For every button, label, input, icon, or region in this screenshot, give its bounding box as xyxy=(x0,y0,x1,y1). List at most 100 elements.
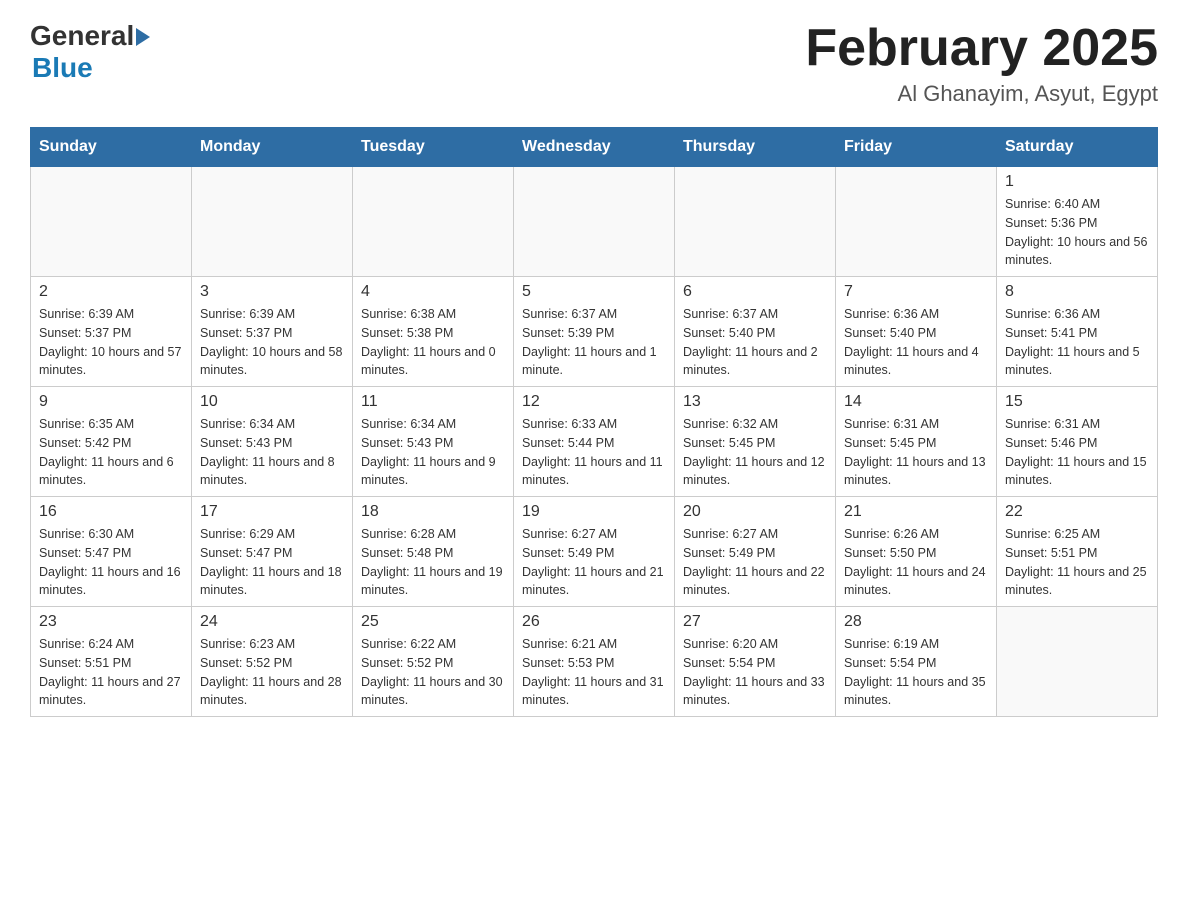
calendar-cell: 13Sunrise: 6:32 AMSunset: 5:45 PMDayligh… xyxy=(675,387,836,497)
day-info: Sunrise: 6:39 AMSunset: 5:37 PMDaylight:… xyxy=(39,305,183,380)
calendar-cell: 26 Sunrise: 6:21 AMSunset: 5:53 PMDayligh… xyxy=(514,607,675,717)
day-number: 11 xyxy=(361,393,505,411)
calendar-cell: 17 Sunrise: 6:29 AMSunset: 5:47 PMDayligh… xyxy=(192,497,353,607)
calendar-cell xyxy=(353,167,514,277)
day-number: 21 xyxy=(844,503,988,521)
calendar-cell xyxy=(836,167,997,277)
calendar-cell xyxy=(514,167,675,277)
week-row-1: 1 Sunrise: 6:40 AMSunset: 5:36 PMDaylight… xyxy=(31,167,1158,277)
day-info: Sunrise: 6:21 AMSunset: 5:53 PMDaylight:… xyxy=(522,635,666,710)
day-number: 25 xyxy=(361,613,505,631)
calendar-cell xyxy=(997,607,1158,717)
calendar-table: SundayMondayTuesdayWednesdayThursdayFrid… xyxy=(30,127,1158,717)
day-number: 19 xyxy=(522,503,666,521)
day-info: Sunrise: 6:31 AMSunset: 5:45 PMDaylight:… xyxy=(844,415,988,490)
calendar-cell: 7 Sunrise: 6:36 AMSunset: 5:40 PMDaylight… xyxy=(836,277,997,387)
calendar-cell: 18 Sunrise: 6:28 AMSunset: 5:48 PMDayligh… xyxy=(353,497,514,607)
day-number: 12 xyxy=(522,393,666,411)
calendar-title: February 2025 xyxy=(805,20,1158,77)
day-number: 1 xyxy=(1005,173,1149,191)
day-number: 6 xyxy=(683,283,827,301)
week-row-3: 9Sunrise: 6:35 AMSunset: 5:42 PMDaylight… xyxy=(31,387,1158,497)
weekday-header-friday: Friday xyxy=(836,128,997,167)
calendar-cell: 15Sunrise: 6:31 AMSunset: 5:46 PMDayligh… xyxy=(997,387,1158,497)
day-info: Sunrise: 6:37 AMSunset: 5:40 PMDaylight:… xyxy=(683,305,827,380)
calendar-cell xyxy=(192,167,353,277)
day-number: 20 xyxy=(683,503,827,521)
calendar-cell: 4Sunrise: 6:38 AMSunset: 5:38 PMDaylight… xyxy=(353,277,514,387)
page-header: General Blue February 2025 Al Ghanayim, … xyxy=(30,20,1158,107)
calendar-cell xyxy=(675,167,836,277)
day-info: Sunrise: 6:25 AMSunset: 5:51 PMDaylight:… xyxy=(1005,525,1149,600)
day-info: Sunrise: 6:39 AMSunset: 5:37 PMDaylight:… xyxy=(200,305,344,380)
day-info: Sunrise: 6:30 AMSunset: 5:47 PMDaylight:… xyxy=(39,525,183,600)
calendar-cell: 12 Sunrise: 6:33 AMSunset: 5:44 PMDayligh… xyxy=(514,387,675,497)
day-info: Sunrise: 6:29 AMSunset: 5:47 PMDaylight:… xyxy=(200,525,344,600)
day-number: 13 xyxy=(683,393,827,411)
day-number: 9 xyxy=(39,393,183,411)
day-number: 7 xyxy=(844,283,988,301)
calendar-subtitle: Al Ghanayim, Asyut, Egypt xyxy=(805,81,1158,107)
weekday-header-monday: Monday xyxy=(192,128,353,167)
calendar-cell: 8Sunrise: 6:36 AMSunset: 5:41 PMDaylight… xyxy=(997,277,1158,387)
week-row-2: 2 Sunrise: 6:39 AMSunset: 5:37 PMDaylight… xyxy=(31,277,1158,387)
day-info: Sunrise: 6:34 AMSunset: 5:43 PMDaylight:… xyxy=(361,415,505,490)
title-block: February 2025 Al Ghanayim, Asyut, Egypt xyxy=(805,20,1158,107)
calendar-cell: 27 Sunrise: 6:20 AMSunset: 5:54 PMDayligh… xyxy=(675,607,836,717)
day-number: 23 xyxy=(39,613,183,631)
day-info: Sunrise: 6:37 AMSunset: 5:39 PMDaylight:… xyxy=(522,305,666,380)
day-info: Sunrise: 6:19 AMSunset: 5:54 PMDaylight:… xyxy=(844,635,988,710)
calendar-cell: 5 Sunrise: 6:37 AMSunset: 5:39 PMDaylight… xyxy=(514,277,675,387)
calendar-cell: 14 Sunrise: 6:31 AMSunset: 5:45 PMDayligh… xyxy=(836,387,997,497)
calendar-cell: 10 Sunrise: 6:34 AMSunset: 5:43 PMDayligh… xyxy=(192,387,353,497)
day-info: Sunrise: 6:26 AMSunset: 5:50 PMDaylight:… xyxy=(844,525,988,600)
weekday-header-saturday: Saturday xyxy=(997,128,1158,167)
day-number: 10 xyxy=(200,393,344,411)
day-number: 24 xyxy=(200,613,344,631)
weekday-header-thursday: Thursday xyxy=(675,128,836,167)
day-info: Sunrise: 6:36 AMSunset: 5:40 PMDaylight:… xyxy=(844,305,988,380)
calendar-cell: 19 Sunrise: 6:27 AMSunset: 5:49 PMDayligh… xyxy=(514,497,675,607)
weekday-header-tuesday: Tuesday xyxy=(353,128,514,167)
day-number: 26 xyxy=(522,613,666,631)
day-info: Sunrise: 6:33 AMSunset: 5:44 PMDaylight:… xyxy=(522,415,666,490)
calendar-cell: 20 Sunrise: 6:27 AMSunset: 5:49 PMDayligh… xyxy=(675,497,836,607)
day-info: Sunrise: 6:27 AMSunset: 5:49 PMDaylight:… xyxy=(683,525,827,600)
day-info: Sunrise: 6:20 AMSunset: 5:54 PMDaylight:… xyxy=(683,635,827,710)
day-number: 5 xyxy=(522,283,666,301)
day-number: 14 xyxy=(844,393,988,411)
week-row-4: 16 Sunrise: 6:30 AMSunset: 5:47 PMDayligh… xyxy=(31,497,1158,607)
day-info: Sunrise: 6:28 AMSunset: 5:48 PMDaylight:… xyxy=(361,525,505,600)
calendar-cell: 16 Sunrise: 6:30 AMSunset: 5:47 PMDayligh… xyxy=(31,497,192,607)
day-info: Sunrise: 6:31 AMSunset: 5:46 PMDaylight:… xyxy=(1005,415,1149,490)
day-number: 3 xyxy=(200,283,344,301)
day-info: Sunrise: 6:23 AMSunset: 5:52 PMDaylight:… xyxy=(200,635,344,710)
day-info: Sunrise: 6:40 AMSunset: 5:36 PMDaylight:… xyxy=(1005,195,1149,270)
day-number: 2 xyxy=(39,283,183,301)
weekday-header-sunday: Sunday xyxy=(31,128,192,167)
logo-blue-text: Blue xyxy=(32,52,93,84)
logo-general-text: General xyxy=(30,20,134,52)
calendar-cell: 24 Sunrise: 6:23 AMSunset: 5:52 PMDayligh… xyxy=(192,607,353,717)
day-number: 18 xyxy=(361,503,505,521)
day-info: Sunrise: 6:36 AMSunset: 5:41 PMDaylight:… xyxy=(1005,305,1149,380)
day-number: 28 xyxy=(844,613,988,631)
calendar-cell: 25 Sunrise: 6:22 AMSunset: 5:52 PMDayligh… xyxy=(353,607,514,717)
calendar-cell xyxy=(31,167,192,277)
day-info: Sunrise: 6:27 AMSunset: 5:49 PMDaylight:… xyxy=(522,525,666,600)
day-info: Sunrise: 6:24 AMSunset: 5:51 PMDaylight:… xyxy=(39,635,183,710)
day-info: Sunrise: 6:34 AMSunset: 5:43 PMDaylight:… xyxy=(200,415,344,490)
calendar-cell: 22 Sunrise: 6:25 AMSunset: 5:51 PMDayligh… xyxy=(997,497,1158,607)
day-info: Sunrise: 6:22 AMSunset: 5:52 PMDaylight:… xyxy=(361,635,505,710)
calendar-header-row: SundayMondayTuesdayWednesdayThursdayFrid… xyxy=(31,128,1158,167)
day-number: 27 xyxy=(683,613,827,631)
calendar-cell: 3 Sunrise: 6:39 AMSunset: 5:37 PMDaylight… xyxy=(192,277,353,387)
day-number: 22 xyxy=(1005,503,1149,521)
day-number: 17 xyxy=(200,503,344,521)
calendar-cell: 21 Sunrise: 6:26 AMSunset: 5:50 PMDayligh… xyxy=(836,497,997,607)
calendar-cell: 6 Sunrise: 6:37 AMSunset: 5:40 PMDaylight… xyxy=(675,277,836,387)
week-row-5: 23 Sunrise: 6:24 AMSunset: 5:51 PMDayligh… xyxy=(31,607,1158,717)
day-number: 16 xyxy=(39,503,183,521)
calendar-cell: 1 Sunrise: 6:40 AMSunset: 5:36 PMDaylight… xyxy=(997,167,1158,277)
day-number: 4 xyxy=(361,283,505,301)
